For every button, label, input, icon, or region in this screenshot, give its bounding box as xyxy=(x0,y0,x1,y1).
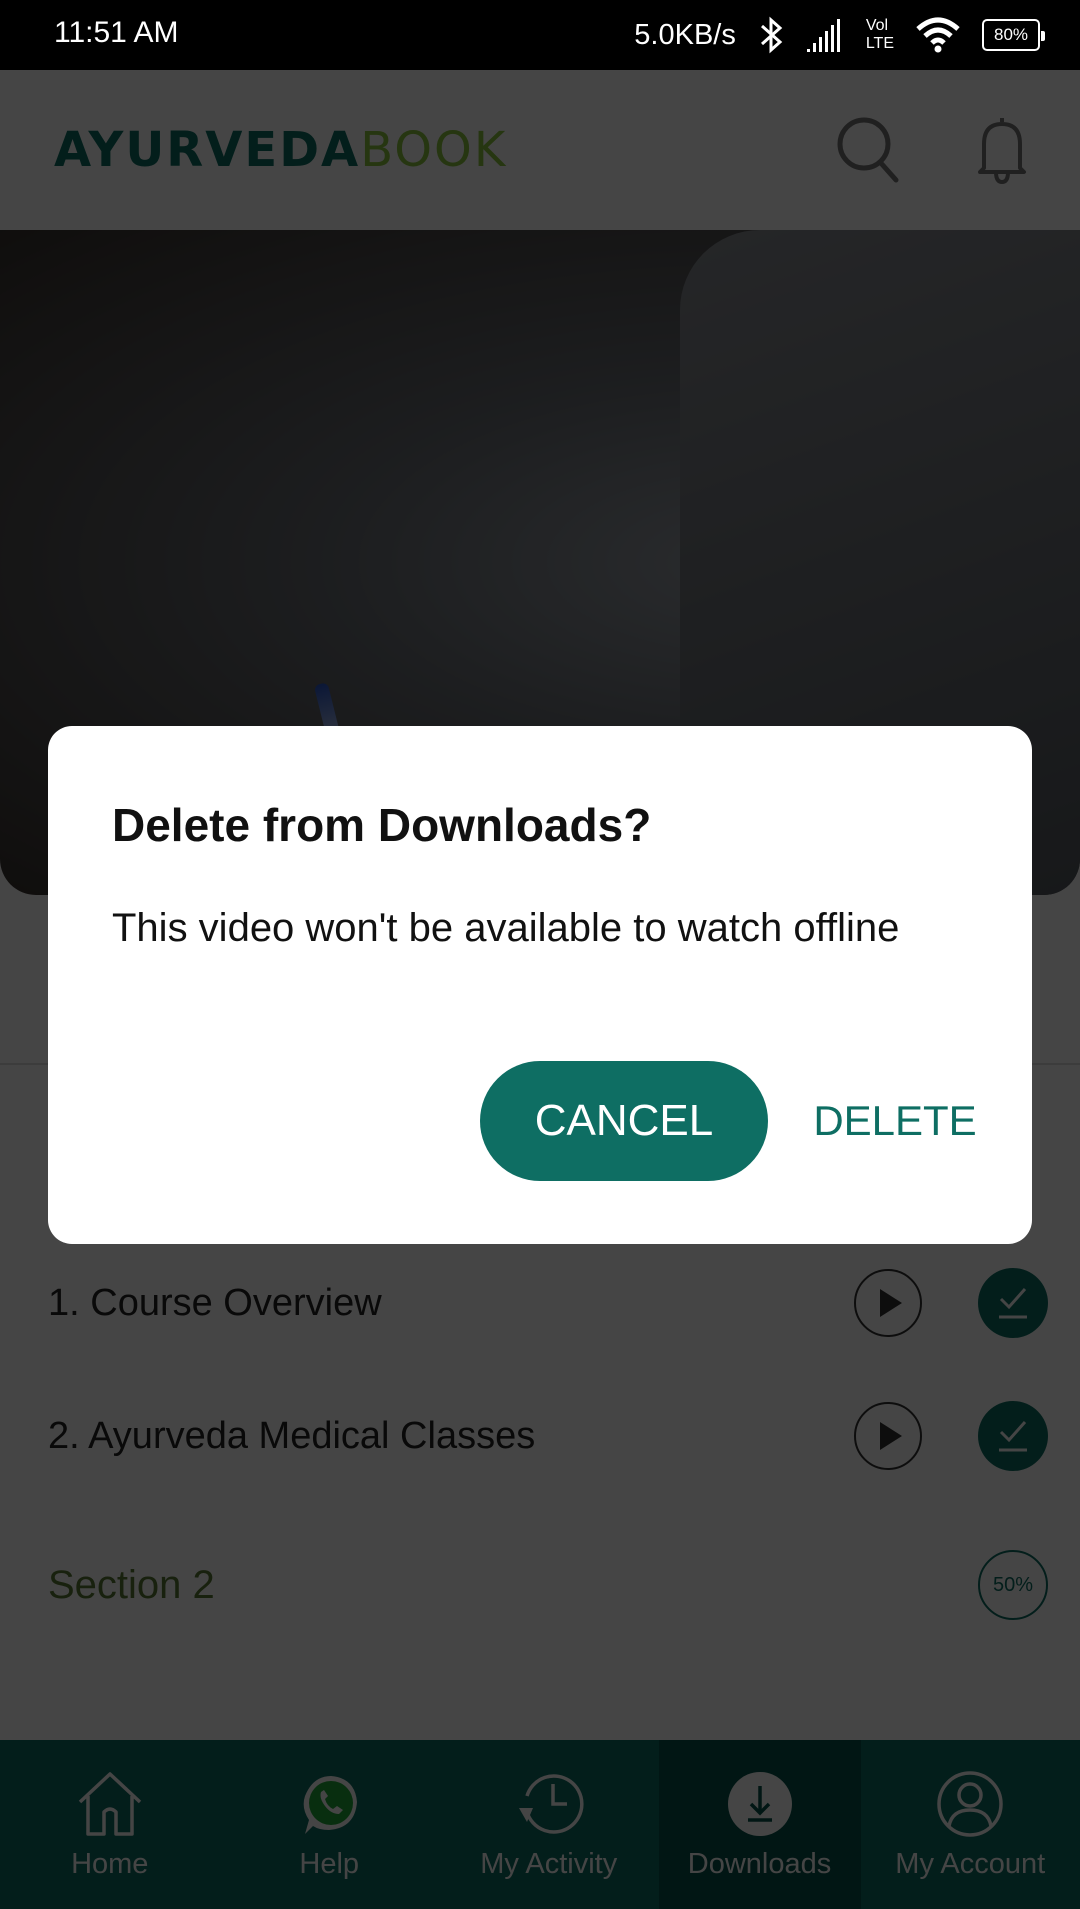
status-bar: 11:51 AM 5.0KB/s Vol LTE 80% xyxy=(0,0,1080,70)
volte-line2: LTE xyxy=(865,35,894,52)
battery-indicator: 80% xyxy=(982,19,1045,51)
signal-icon xyxy=(806,19,840,52)
volte-indicator: Vol LTE xyxy=(866,17,894,53)
status-icons: 5.0KB/s Vol LTE 80% xyxy=(634,0,1045,70)
cancel-button[interactable]: CANCEL xyxy=(480,1061,768,1181)
volte-line1: Vol xyxy=(865,17,889,34)
status-time: 11:51 AM xyxy=(54,16,179,49)
delete-button[interactable]: DELETE xyxy=(813,1061,976,1181)
wifi-icon xyxy=(916,17,960,53)
bluetooth-icon xyxy=(760,16,783,54)
dialog-title: Delete from Downloads? xyxy=(112,799,652,851)
delete-download-dialog: Delete from Downloads? This video won't … xyxy=(48,726,1032,1244)
dialog-message: This video won't be available to watch o… xyxy=(112,906,900,950)
network-speed: 5.0KB/s xyxy=(634,18,736,51)
